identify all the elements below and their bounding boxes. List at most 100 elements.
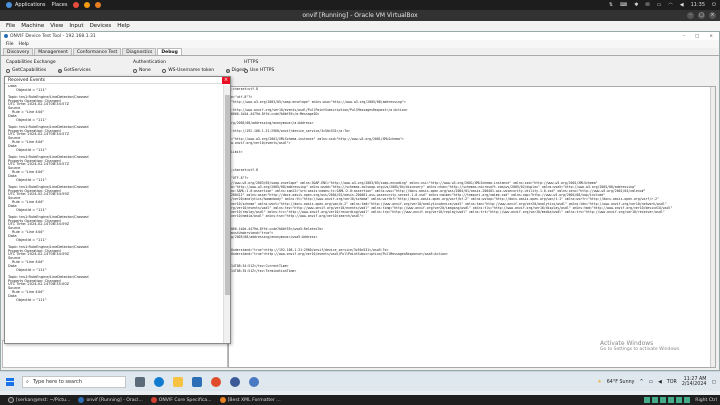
clock-date: 2/14/2024 [681, 382, 707, 387]
notifications-icon[interactable]: ▢ [711, 380, 716, 385]
vbox-network-icon[interactable] [660, 397, 667, 403]
language-indicator[interactable]: TOR [667, 380, 677, 385]
https-group: HTTPS Use HTTPS [244, 60, 284, 75]
onvif-taskbar-icon[interactable] [230, 376, 240, 387]
xml-output-pane[interactable]: ;charset=utf-8 e="utf-8"?> "http://www.w3.… [228, 86, 716, 368]
weather-text[interactable]: 64°F Sunny [607, 380, 635, 385]
vbox-menu-view[interactable]: View [50, 23, 63, 29]
xml-request-block: ;charset=utf-8 e="utf-8"?> "http://www.w3.… [229, 87, 715, 154]
events-scroll-thumb[interactable] [225, 95, 230, 295]
radio-getcapabilities[interactable]: GetCapabilities [6, 68, 46, 73]
radio-label: None [139, 68, 151, 73]
onvif-app-icon [4, 34, 8, 38]
power-icon[interactable]: ⏻ [712, 2, 716, 8]
xml-line: 14T08:35:51Z</tev:TerminationTime> [231, 268, 297, 273]
vbox-disk-icon[interactable] [644, 397, 651, 403]
radio-dot [133, 68, 137, 73]
terminal-icon[interactable] [73, 2, 80, 8]
edge-icon[interactable] [154, 376, 164, 387]
mail-icon[interactable]: ✉ [645, 2, 649, 8]
firefox-icon[interactable] [95, 2, 102, 8]
virtualbox-title: onvif [Running] - Oracle VM VirtualBox [302, 12, 418, 19]
task-view-icon[interactable] [135, 376, 145, 387]
onvif-titlebar: ONVIF Device Test Tool - 192.168.1.31 – … [1, 32, 719, 40]
received-events-close-button[interactable]: × [222, 76, 230, 84]
dock-item-xml-formatter[interactable]: [Best XML Formatter ... [219, 397, 281, 403]
weather-icon: ☀ [597, 379, 602, 385]
vbox-menu-help[interactable]: Help [117, 23, 130, 29]
vbox-optical-icon[interactable] [652, 397, 659, 403]
radio-none[interactable]: None [133, 68, 151, 73]
onvif-maximize-button[interactable]: □ [695, 34, 699, 39]
received-events-title: Received Events [8, 77, 46, 83]
event-object: ObjectId = "111" [16, 297, 47, 302]
network-icon[interactable]: ⇅ [609, 2, 613, 8]
event-head: Data ObjectId = "111" [8, 85, 224, 93]
bluetooth-icon[interactable]: ✱ [634, 2, 638, 8]
taskbar-search-input[interactable]: ⌕ Type here to search [22, 375, 126, 388]
volume-tray-icon[interactable]: ◀ [658, 380, 662, 385]
radio-label: GetCapabilities [12, 68, 47, 73]
tab-debug[interactable]: Debug [157, 48, 182, 55]
vbox-shared-icon[interactable] [676, 397, 683, 403]
dock-item-label: [serkan@mst: ~/Pictu... [16, 397, 71, 403]
chrome-taskbar-icon[interactable] [211, 376, 221, 387]
file-explorer-icon[interactable] [173, 376, 183, 387]
xml-scrollbar[interactable] [710, 87, 715, 367]
tab-diagnostics[interactable]: Diagnostics [122, 48, 157, 55]
host-key-label: Right Ctrl [695, 397, 717, 403]
ubuntu-clock[interactable]: 11:35 [691, 2, 705, 8]
onvif-events-taskbar-icon[interactable] [249, 376, 259, 387]
battery-icon[interactable]: ▭ [657, 2, 662, 8]
onvif-title: ONVIF Device Test Tool - 192.168.1.31 [10, 33, 96, 39]
windows-start-icon[interactable] [6, 377, 14, 386]
onvif-close-button[interactable]: × [709, 34, 713, 39]
radio-digest[interactable]: Digest [225, 68, 246, 73]
vbox-minimize-button[interactable]: – [687, 12, 694, 19]
virtualbox-titlebar: onvif [Running] - Oracle VM VirtualBox –… [0, 10, 720, 21]
applications-menu[interactable]: Applications [6, 2, 46, 8]
search-icon: ⌕ [26, 378, 29, 385]
virtualbox-menubar: File Machine View Input Devices Help [0, 21, 720, 31]
tray-chevron-icon[interactable]: ^ [640, 380, 644, 385]
ubuntu-bottom-panel: [serkan@mst: ~/Pictu... onvif [Running] … [0, 395, 720, 405]
onvif-menu-file[interactable]: File [6, 42, 14, 47]
dock-item-terminal[interactable]: [serkan@mst: ~/Pictu... [8, 397, 70, 403]
vbox-display-icon[interactable] [684, 397, 691, 403]
places-menu[interactable]: Places [52, 2, 68, 8]
vbox-status-icons: Right Ctrl [644, 396, 717, 404]
vbox-menu-input[interactable]: Input [69, 23, 83, 29]
events-list[interactable]: Data ObjectId = "111" Topic: tns1:RuleEn… [6, 85, 224, 343]
xml-line: /ver20/analytics/humanbody" xmlns:tt="ht… [231, 197, 659, 202]
dock-item-onvif-spec[interactable]: ONVIF Core Specifica... [150, 397, 212, 403]
onvif-menu-help[interactable]: Help [19, 42, 29, 47]
vbox-menu-machine[interactable]: Machine [21, 23, 44, 29]
radio-getservices[interactable]: GetServices [57, 68, 91, 73]
events-scrollbar[interactable] [223, 85, 230, 343]
pdf-icon [150, 397, 157, 403]
chrome-icon[interactable] [84, 2, 91, 8]
onvif-minimize-button[interactable]: – [683, 34, 685, 39]
wifi-icon[interactable]: ◠ [668, 2, 672, 8]
vbox-menu-file[interactable]: File [6, 23, 15, 29]
network-tray-icon[interactable]: ▭ [649, 380, 654, 385]
use-https-checkbox[interactable]: Use HTTPS [244, 68, 274, 73]
dock-item-virtualbox[interactable]: onvif [Running] - Oracl... [78, 397, 143, 403]
keyboard-icon[interactable]: ⌨ [620, 2, 627, 8]
radio-ws-username[interactable]: WS-Username token [162, 68, 214, 73]
event-object: ObjectId = "111" [16, 237, 47, 242]
vbox-maximize-button[interactable]: □ [698, 12, 705, 19]
mail-app-icon[interactable] [192, 376, 202, 387]
ubuntu-tray: ⇅ ⌨ ✱ ✉ ▭ ◠ ◀ 11:35 ⏻ [609, 0, 716, 10]
windows-clock[interactable]: 11:27 AM 2/14/2024 [682, 377, 707, 388]
tab-conformance-test[interactable]: Conformance Test [72, 48, 122, 55]
tab-management[interactable]: Management [34, 48, 72, 55]
vbox-close-button[interactable]: × [709, 12, 716, 19]
terminal-icon [8, 397, 14, 403]
volume-icon[interactable]: ◀ [680, 2, 684, 8]
vbox-usb-icon[interactable] [668, 397, 675, 403]
onvif-tabs: Discovery Management Conformance Test Di… [1, 48, 719, 56]
ubuntu-top-bar: Applications Places ⇅ ⌨ ✱ ✉ ▭ ◠ ◀ 11:35 … [0, 0, 720, 10]
tab-discovery[interactable]: Discovery [3, 48, 34, 55]
vbox-menu-devices[interactable]: Devices [90, 23, 112, 29]
